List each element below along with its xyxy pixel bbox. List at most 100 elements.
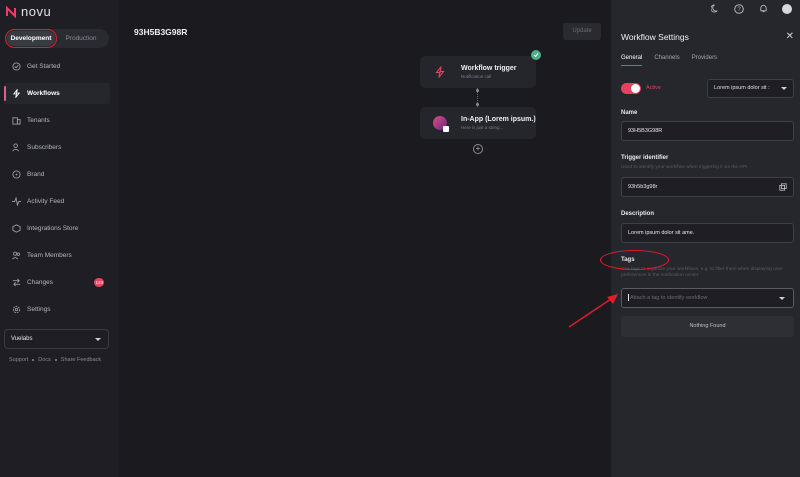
in-app-node-subtitle: Here is just a string... (461, 125, 504, 130)
settings-tabs: General Channels Providers (621, 55, 717, 66)
name-label: Name (621, 110, 638, 116)
top-bar: ? (611, 0, 800, 17)
annotation-circle-development (5, 29, 57, 48)
building-icon (12, 116, 21, 125)
help-icon[interactable]: ? (734, 3, 744, 14)
panel-title: Workflow Settings (621, 32, 689, 42)
share-feedback-link[interactable]: Share Feedback (61, 357, 101, 363)
trigger-identifier-input[interactable]: 93h5b3g98r (621, 177, 794, 197)
sidebar-item-label: Get Started (27, 63, 61, 70)
annotation-arrow-icon (568, 294, 618, 328)
swap-icon (12, 278, 21, 287)
novu-logo-icon (6, 5, 16, 18)
chevron-down-icon (781, 87, 787, 90)
workflow-trigger-node[interactable]: Workflow trigger Notification call (420, 56, 536, 88)
workflow-group-value: Lorem ipsum dolor sit : (714, 85, 770, 91)
in-app-node-title: In-App (Lorem ipsum.) (461, 116, 536, 123)
tags-placeholder: Attach a tag to identify workflow (630, 295, 708, 301)
gear-icon (12, 305, 21, 314)
trigger-node-text: Workflow trigger Notification call (461, 65, 516, 79)
check-circle-icon (12, 62, 21, 71)
workflow-canvas: 93H5B3G98R Update Workflow trigger Notif… (119, 0, 611, 477)
avatar (433, 116, 449, 132)
chevron-down-icon (95, 338, 101, 341)
trigger-node-title: Workflow trigger (461, 65, 517, 72)
sidebar-item-label: Subscribers (27, 144, 62, 151)
sidebar-item-brand[interactable]: Brand (4, 164, 110, 185)
support-link[interactable]: Support (9, 357, 28, 363)
sidebar-item-label: Workflows (27, 90, 60, 97)
sidebar-item-label: Settings (27, 306, 51, 313)
sidebar-item-label: Brand (27, 171, 45, 178)
bolt-icon (12, 89, 21, 98)
user-avatar[interactable] (782, 3, 792, 14)
workflow-group-select[interactable]: Lorem ipsum dolor sit : (707, 79, 794, 98)
add-step-button[interactable]: + (473, 144, 483, 154)
bell-icon[interactable] (758, 4, 768, 14)
moon-icon[interactable] (710, 4, 720, 14)
sidebar-item-changes[interactable]: Changes 133 (4, 272, 110, 293)
copy-icon[interactable] (779, 183, 787, 191)
update-button[interactable]: Update (563, 23, 601, 40)
docs-link[interactable]: Docs (38, 357, 51, 363)
sidebar-item-team-members[interactable]: Team Members (4, 245, 110, 266)
tags-input[interactable]: Attach a tag to identify workflow (621, 288, 794, 308)
team-icon (12, 251, 21, 260)
sidebar-item-integrations-store[interactable]: Integrations Store (4, 218, 110, 239)
bolt-icon (430, 62, 450, 82)
in-app-node[interactable]: In-App (Lorem ipsum.) Here is just a str… (420, 107, 536, 139)
text-cursor (628, 294, 629, 302)
workflow-settings-panel: Workflow Settings ✕ General Channels Pro… (611, 0, 800, 477)
trigger-identifier-value: 93h5b3g98r (628, 184, 658, 190)
annotation-circle-tags (600, 250, 669, 270)
check-icon (531, 50, 541, 60)
sidebar-item-workflows[interactable]: Workflows (4, 83, 110, 104)
description-input[interactable]: Lorem ipsum dolor sit ame. (621, 223, 794, 243)
sidebar-item-label: Changes (27, 279, 54, 286)
sidebar-item-label: Integrations Store (27, 225, 79, 232)
sidebar-item-subscribers[interactable]: Subscribers (4, 137, 110, 158)
active-toggle[interactable] (621, 83, 641, 94)
close-icon[interactable]: ✕ (786, 31, 794, 42)
sidebar: novu Development Production Get Started … (0, 0, 119, 477)
users-icon (12, 143, 21, 152)
logo: novu (5, 4, 51, 19)
changes-count-badge: 133 (94, 278, 104, 287)
logo-text: novu (21, 4, 52, 19)
tab-general[interactable]: General (621, 55, 643, 66)
palette-icon (12, 170, 21, 179)
connector-dot (476, 89, 479, 92)
in-app-node-text: In-App (Lorem ipsum.) Here is just a str… (461, 116, 536, 130)
connector-dot (476, 103, 479, 106)
tab-providers[interactable]: Providers (692, 55, 717, 66)
separator-dot (54, 359, 57, 361)
sidebar-item-get-started[interactable]: Get Started (4, 56, 110, 77)
box-icon (12, 224, 21, 233)
svg-text:?: ? (737, 7, 741, 13)
active-toggle-label: Active (646, 85, 661, 91)
sidebar-nav: Get Started Workflows Tenants Subscriber… (4, 56, 110, 326)
sidebar-item-label: Team Members (27, 252, 72, 259)
separator-dot (32, 359, 35, 361)
trigger-node-subtitle: Notification call (461, 74, 492, 79)
name-input[interactable]: 93H5B3G98R (621, 121, 794, 141)
sidebar-item-label: Activity Feed (27, 198, 65, 205)
sidebar-footer-links: Support Docs Share Feedback (9, 357, 101, 363)
app-root: novu Development Production Get Started … (0, 0, 800, 477)
description-label: Description (621, 211, 655, 217)
sidebar-item-label: Tenants (27, 117, 50, 124)
chevron-down-icon (779, 297, 785, 300)
workflow-title: 93H5B3G98R (134, 27, 188, 37)
organization-name: Vuelabs (11, 336, 33, 342)
organization-select[interactable]: Vuelabs (4, 329, 109, 349)
sidebar-item-tenants[interactable]: Tenants (4, 110, 110, 131)
tab-channels[interactable]: Channels (654, 55, 679, 66)
sidebar-item-activity-feed[interactable]: Activity Feed (4, 191, 110, 212)
sidebar-item-settings[interactable]: Settings (4, 299, 110, 320)
trigger-identifier-help: Used to identify your workflow when trig… (621, 165, 747, 170)
in-app-avatar-icon (430, 113, 450, 133)
trigger-identifier-label: Trigger identifier (621, 155, 669, 161)
activity-icon (12, 197, 21, 206)
env-production-button[interactable]: Production (55, 31, 107, 46)
tags-empty-dropdown: Nothing Found (621, 316, 794, 337)
